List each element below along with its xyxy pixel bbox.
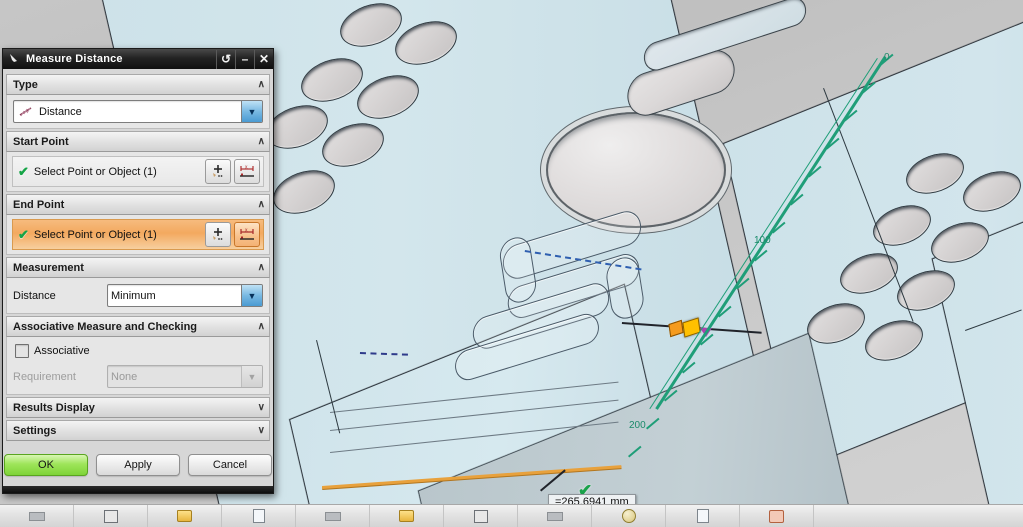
chevron-up-icon[interactable]: ∧ (258, 79, 265, 90)
circular-boss-feature[interactable] (546, 112, 726, 228)
svg-text:x: x (245, 165, 248, 171)
taskbar-item-6[interactable] (370, 505, 444, 527)
section-header-type[interactable]: Type ∧ (6, 74, 270, 95)
taskbar-item-7[interactable] (444, 505, 518, 527)
folder-icon (177, 510, 192, 522)
cancel-button[interactable]: Cancel (188, 454, 272, 476)
associative-checkbox-row[interactable]: Associative (13, 342, 263, 364)
bar-icon (28, 511, 45, 521)
section-body-associative: Associative Requirement None ▼ (6, 337, 270, 395)
section-header-associative[interactable]: Associative Measure and Checking ∧ (6, 316, 270, 337)
chevron-up-icon[interactable]: ∧ (258, 136, 265, 147)
section-title-associative: Associative Measure and Checking (13, 320, 198, 333)
distance-label: Distance (13, 289, 56, 302)
chevron-down-icon: ▼ (241, 366, 262, 387)
section-title-results-display: Results Display (13, 401, 95, 414)
distance-field-row: Distance Minimum ▼ (13, 284, 263, 307)
folder-icon (399, 510, 414, 522)
type-select-value: Distance (39, 105, 82, 118)
point-constructor-button[interactable] (205, 222, 231, 247)
dialog-titlebar[interactable]: Measure Distance ↺ – ✕ (3, 49, 273, 69)
requirement-select: None ▼ (107, 365, 263, 388)
point-constructor-button[interactable] (205, 159, 231, 184)
close-icon[interactable]: ✕ (254, 49, 273, 69)
section-body-start-point: ✔ Select Point or Object (1) x (6, 152, 270, 192)
taskbar[interactable] (0, 504, 1023, 527)
chevron-up-icon[interactable]: ∧ (258, 321, 265, 332)
associative-checkbox-label: Associative (34, 345, 90, 357)
section-title-type: Type (13, 78, 38, 91)
taskbar-item-1[interactable] (0, 505, 74, 527)
check-icon: ✔ (18, 226, 29, 242)
section-header-start-point[interactable]: Start Point ∧ (6, 131, 270, 152)
start-point-select-label: Select Point or Object (1) (33, 165, 157, 178)
type-select[interactable]: Distance ▼ (13, 100, 263, 123)
dialog-footer-bar (3, 486, 273, 493)
distance-measure-icon (14, 106, 36, 118)
document-icon (252, 509, 265, 523)
chevron-down-icon[interactable]: ▼ (241, 285, 262, 306)
associative-checkbox[interactable] (15, 344, 29, 358)
measure-distance-dialog[interactable]: Measure Distance ↺ – ✕ Type ∧ Distance ▼… (2, 48, 274, 494)
svg-text:x: x (245, 228, 248, 234)
chevron-down-icon[interactable]: ∨ (258, 425, 265, 436)
section-header-measurement[interactable]: Measurement ∧ (6, 257, 270, 278)
document-icon (696, 509, 709, 523)
bar-icon (324, 511, 341, 521)
section-title-start-point: Start Point (13, 135, 69, 148)
chevron-up-icon[interactable]: ∧ (258, 262, 265, 273)
red-icon (769, 509, 784, 523)
end-point-select-label: Select Point or Object (1) (33, 228, 157, 241)
ruler-label-100: 100 (754, 235, 771, 246)
taskbar-item-11[interactable] (740, 505, 814, 527)
dialog-button-row: OK Apply Cancel (4, 445, 272, 486)
chevron-down-icon[interactable]: ∨ (258, 402, 265, 413)
requirement-label: Requirement (13, 370, 76, 383)
window-icon (473, 509, 488, 523)
dialog-menu-icon[interactable] (6, 51, 22, 67)
distance-mode-value: Minimum (111, 289, 156, 302)
section-header-end-point[interactable]: End Point ∧ (6, 194, 270, 215)
section-header-settings[interactable]: Settings ∨ (6, 420, 270, 441)
section-body-measurement: Distance Minimum ▼ (6, 278, 270, 314)
taskbar-item-8[interactable] (518, 505, 592, 527)
section-title-end-point: End Point (13, 198, 65, 211)
disk-icon (621, 509, 636, 523)
chevron-up-icon[interactable]: ∧ (258, 199, 265, 210)
section-body-end-point: ✔ Select Point or Object (1) x (6, 215, 270, 255)
chevron-down-icon[interactable]: ▼ (241, 101, 262, 122)
ruler-label-0: 0 (884, 52, 890, 63)
taskbar-item-5[interactable] (296, 505, 370, 527)
distance-mode-select[interactable]: Minimum ▼ (107, 284, 263, 307)
bar-icon (546, 511, 563, 521)
section-title-measurement: Measurement (13, 261, 84, 274)
window-icon (103, 509, 118, 523)
section-header-results-display[interactable]: Results Display ∨ (6, 397, 270, 418)
apply-button[interactable]: Apply (96, 454, 180, 476)
taskbar-item-9[interactable] (592, 505, 666, 527)
point-dimension-button[interactable]: x (234, 222, 260, 247)
taskbar-item-3[interactable] (148, 505, 222, 527)
point-dimension-button[interactable]: x (234, 159, 260, 184)
taskbar-item-4[interactable] (222, 505, 296, 527)
requirement-field-row: Requirement None ▼ (13, 365, 263, 388)
taskbar-item-10[interactable] (666, 505, 740, 527)
dialog-title: Measure Distance (26, 53, 123, 65)
section-body-type: Distance ▼ (6, 95, 270, 129)
check-icon: ✔ (18, 163, 29, 179)
ruler-label-200: 200 (629, 420, 646, 431)
taskbar-item-2[interactable] (74, 505, 148, 527)
minimize-icon[interactable]: – (235, 49, 254, 69)
section-title-settings: Settings (13, 424, 57, 437)
requirement-value: None (111, 370, 138, 383)
end-point-select-row[interactable]: ✔ Select Point or Object (1) x (12, 219, 264, 250)
ok-button[interactable]: OK (4, 454, 88, 476)
start-point-select-row[interactable]: ✔ Select Point or Object (1) x (12, 156, 264, 187)
reset-icon[interactable]: ↺ (216, 49, 235, 69)
